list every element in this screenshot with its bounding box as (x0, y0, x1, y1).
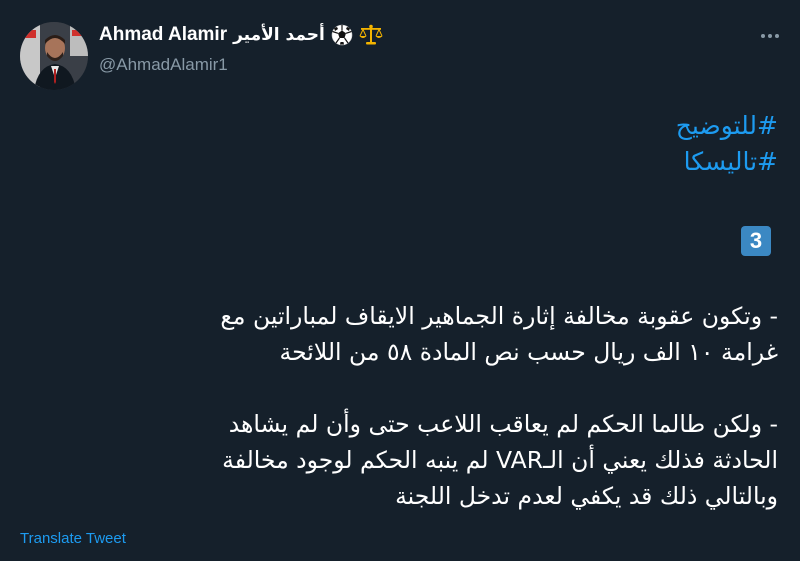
hashtag-link[interactable]: #تاليسكا (378, 144, 778, 180)
ellipsis-icon (761, 34, 779, 38)
tweet-line: غرامة ١٠ الف ريال حسب نص المادة ٥٨ من ال… (279, 338, 778, 366)
tweet-line: - وتكون عقوبة مخالفة إثارة الجماهير الاي… (220, 302, 778, 330)
author-display-name[interactable]: Ahmad Alamir (99, 24, 227, 46)
tweet-paragraph: - ولكن طالما الحكم لم يعاقب اللاعب حتى و… (18, 406, 778, 514)
author-arabic-name[interactable]: أحمد الأمير (233, 25, 325, 45)
more-options-button[interactable] (758, 24, 782, 48)
hashtag-list: #للتوضيح #تاليسكا (378, 108, 778, 180)
avatar[interactable] (20, 22, 88, 90)
tweet-card: Ahmad Alamir أحمد الأمير @AhmadAlamir1 #… (0, 0, 800, 561)
translate-tweet-link[interactable]: Translate Tweet (20, 530, 126, 547)
hashtag-link[interactable]: #للتوضيح (378, 108, 778, 144)
author-handle[interactable]: @AhmadAlamir1 (99, 55, 228, 75)
tweet-body: - وتكون عقوبة مخالفة إثارة الجماهير الاي… (18, 298, 778, 550)
scales-icon (359, 24, 383, 46)
tweet-line: الحادثة فذلك يعني أن الـVAR لم ينبه الحك… (222, 446, 778, 474)
tweet-paragraph: - وتكون عقوبة مخالفة إثارة الجماهير الاي… (18, 298, 778, 370)
tweet-line: وبالتالي ذلك قد يكفي لعدم تدخل اللجنة (395, 482, 778, 510)
tweet-line: - ولكن طالما الحكم لم يعاقب اللاعب حتى و… (228, 410, 778, 438)
author-name-row: Ahmad Alamir أحمد الأمير (99, 24, 383, 46)
avatar-image (20, 22, 88, 90)
keycap-number-badge: 3 (741, 226, 771, 256)
soccer-ball-icon (331, 24, 353, 46)
